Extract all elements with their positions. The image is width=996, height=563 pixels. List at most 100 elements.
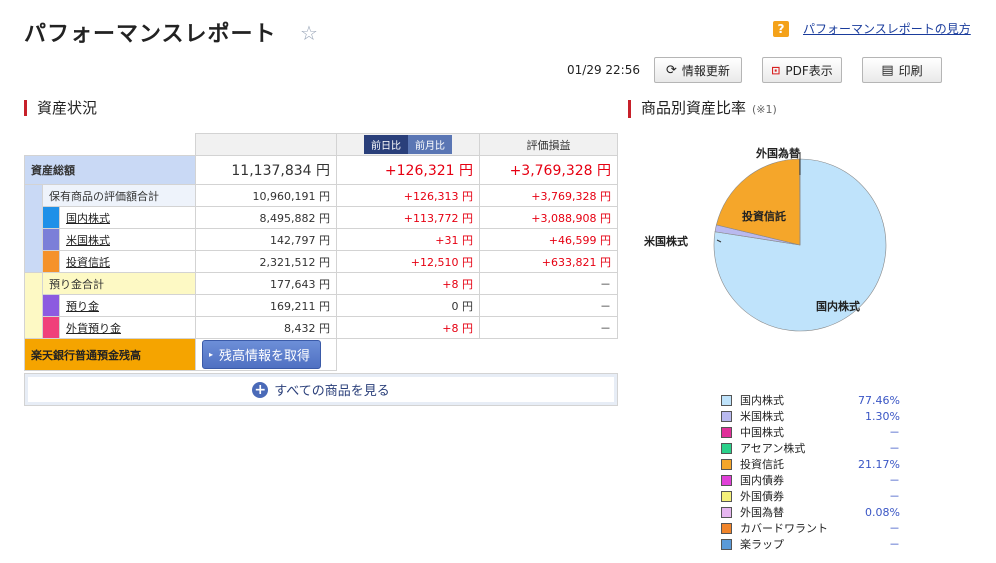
legend-name: 米国株式 bbox=[740, 410, 784, 423]
legend-swatch bbox=[721, 506, 732, 518]
legend-item: 米国株式 1.30% bbox=[721, 408, 900, 424]
table-row: 外貨預り金 8,432 円 +8 円 － bbox=[25, 316, 618, 339]
legend-name: アセアン株式 bbox=[740, 442, 806, 455]
pl-header: 評価損益 bbox=[479, 133, 618, 156]
legend-pct: － bbox=[889, 490, 900, 503]
printer-icon: ▤ bbox=[881, 62, 894, 78]
pie-label-fund: 投資信託 bbox=[742, 210, 786, 223]
domestic-diff: +113,772 円 bbox=[336, 206, 480, 229]
fund-value: 2,321,512 円 bbox=[195, 250, 337, 273]
deposit-total-value: 177,643 円 bbox=[195, 272, 337, 295]
legend-item: 外国為替 0.08% bbox=[721, 504, 900, 520]
favorite-star-icon[interactable]: ☆ bbox=[300, 21, 318, 45]
pdf-label: PDF表示 bbox=[785, 63, 833, 78]
diff-tabs: 前日比 前月比 bbox=[336, 133, 480, 156]
legend-name: 楽ラップ bbox=[740, 538, 784, 551]
legend-swatch bbox=[721, 474, 732, 486]
pie-label-us: 米国株式 bbox=[644, 235, 688, 248]
deposit-total-diff: +8 円 bbox=[336, 272, 480, 295]
fx-deposit-value: 8,432 円 bbox=[195, 316, 337, 339]
fx-deposit-pl: － bbox=[479, 316, 618, 339]
domestic-value: 8,495,882 円 bbox=[195, 206, 337, 229]
legend-name: 外国為替 bbox=[740, 506, 784, 519]
legend-item: 国内債券 － bbox=[721, 472, 900, 488]
ratio-note: (※1) bbox=[752, 103, 777, 116]
refresh-label: 情報更新 bbox=[681, 63, 730, 78]
asset-ratio-pie-chart: 外国為替 投資信託 米国株式 国内株式 bbox=[636, 140, 936, 360]
pie-label-domestic: 国内株式 bbox=[816, 300, 860, 313]
refresh-icon: ⟳ bbox=[666, 62, 677, 78]
legend-swatch bbox=[721, 394, 732, 406]
legend-item: 楽ラップ － bbox=[721, 536, 900, 552]
total-value: 11,137,834 円 bbox=[195, 155, 337, 185]
holdings-label: 保有商品の評価額合計 bbox=[42, 184, 196, 207]
holdings-diff: +126,313 円 bbox=[336, 184, 480, 207]
legend-item: 中国株式 － bbox=[721, 424, 900, 440]
legend-pct: 1.30% bbox=[865, 409, 900, 423]
legend-swatch bbox=[721, 538, 732, 550]
fetch-balance-button[interactable]: ▸ 残高情報を取得 bbox=[202, 340, 322, 369]
bank-balance-label: 楽天銀行普通預金残高 bbox=[24, 338, 196, 371]
domestic-stock-link[interactable]: 国内株式 bbox=[66, 212, 110, 225]
deposit-diff: 0 円 bbox=[336, 294, 480, 317]
deposit-link[interactable]: 預り金 bbox=[66, 300, 99, 313]
legend-item: 国内株式 77.46% bbox=[721, 392, 900, 408]
tab-day[interactable]: 前日比 bbox=[364, 135, 408, 154]
us-swatch bbox=[42, 228, 60, 251]
refresh-button[interactable]: ⟳ 情報更新 bbox=[653, 57, 742, 83]
all-items-bar[interactable]: + すべての商品を見る bbox=[24, 373, 618, 406]
help-icon: ? bbox=[773, 20, 789, 37]
print-button[interactable]: ▤ 印刷 bbox=[861, 57, 942, 83]
pie-svg bbox=[713, 152, 887, 332]
legend-swatch bbox=[721, 458, 732, 470]
assets-table: 前日比 前月比 評価損益 資産総額 11,137,834 円 +126,321 … bbox=[24, 133, 618, 371]
fund-pl: +633,821 円 bbox=[479, 250, 618, 273]
fx-deposit-diff: +8 円 bbox=[336, 316, 480, 339]
domestic-swatch bbox=[42, 206, 60, 229]
deposit-swatch bbox=[42, 294, 60, 317]
pdf-button[interactable]: ⊡ PDF表示 bbox=[761, 57, 842, 83]
ratio-legend: 国内株式 77.46% 米国株式 1.30% 中国株式 － アセアン株式 － 投資信託 21.17… bbox=[721, 392, 900, 552]
assets-section-title: 資産状況 bbox=[24, 100, 97, 116]
pie-label-fx: 外国為替 bbox=[756, 147, 800, 160]
legend-item: 外国債券 － bbox=[721, 488, 900, 504]
all-items-label[interactable]: すべての商品を見る bbox=[274, 380, 390, 399]
legend-swatch bbox=[721, 410, 732, 422]
legend-pct: － bbox=[889, 426, 900, 439]
help-link[interactable]: パフォーマンスレポートの見方 bbox=[803, 20, 971, 37]
holdings-value: 10,960,191 円 bbox=[195, 184, 337, 207]
legend-item: アセアン株式 － bbox=[721, 440, 900, 456]
fund-link[interactable]: 投資信託 bbox=[66, 256, 110, 269]
fund-swatch bbox=[42, 250, 60, 273]
toolbar: 01/29 22:56 ⟳ 情報更新 ⊡ PDF表示 ▤ 印刷 bbox=[567, 57, 942, 83]
fx-deposit-swatch bbox=[42, 316, 60, 339]
assets-section-label: 資産状況 bbox=[37, 99, 98, 117]
legend-pct: － bbox=[889, 474, 900, 487]
deposit-total-label: 預り金合計 bbox=[42, 272, 196, 295]
legend-name: 国内株式 bbox=[740, 394, 784, 407]
holdings-pl: +3,769,328 円 bbox=[479, 184, 618, 207]
us-stock-link[interactable]: 米国株式 bbox=[66, 234, 110, 247]
legend-swatch bbox=[721, 442, 732, 454]
tab-month[interactable]: 前月比 bbox=[408, 135, 452, 154]
deposit-total-pl: － bbox=[479, 272, 618, 295]
legend-pct: － bbox=[889, 522, 900, 535]
legend-item: 投資信託 21.17% bbox=[721, 456, 900, 472]
legend-swatch bbox=[721, 522, 732, 534]
legend-pct: 77.46% bbox=[858, 393, 900, 407]
total-label: 資産総額 bbox=[24, 155, 196, 185]
legend-name: 外国債券 bbox=[740, 490, 784, 503]
legend-pct: － bbox=[889, 442, 900, 455]
deposit-pl: － bbox=[479, 294, 618, 317]
us-diff: +31 円 bbox=[336, 228, 480, 251]
table-row: 国内株式 8,495,882 円 +113,772 円 +3,088,908 円 bbox=[25, 206, 618, 229]
caret-right-icon: ▸ bbox=[209, 350, 214, 359]
table-row: 預り金 169,211 円 0 円 － bbox=[25, 294, 618, 317]
legend-swatch bbox=[721, 426, 732, 438]
help-link-group[interactable]: ? パフォーマンスレポートの見方 bbox=[773, 20, 971, 37]
fx-deposit-link[interactable]: 外貨預り金 bbox=[66, 322, 121, 335]
plus-circle-icon: + bbox=[252, 381, 269, 398]
domestic-pl: +3,088,908 円 bbox=[479, 206, 618, 229]
legend-name: カバードワラント bbox=[740, 522, 828, 535]
fetch-balance-label: 残高情報を取得 bbox=[219, 349, 311, 364]
